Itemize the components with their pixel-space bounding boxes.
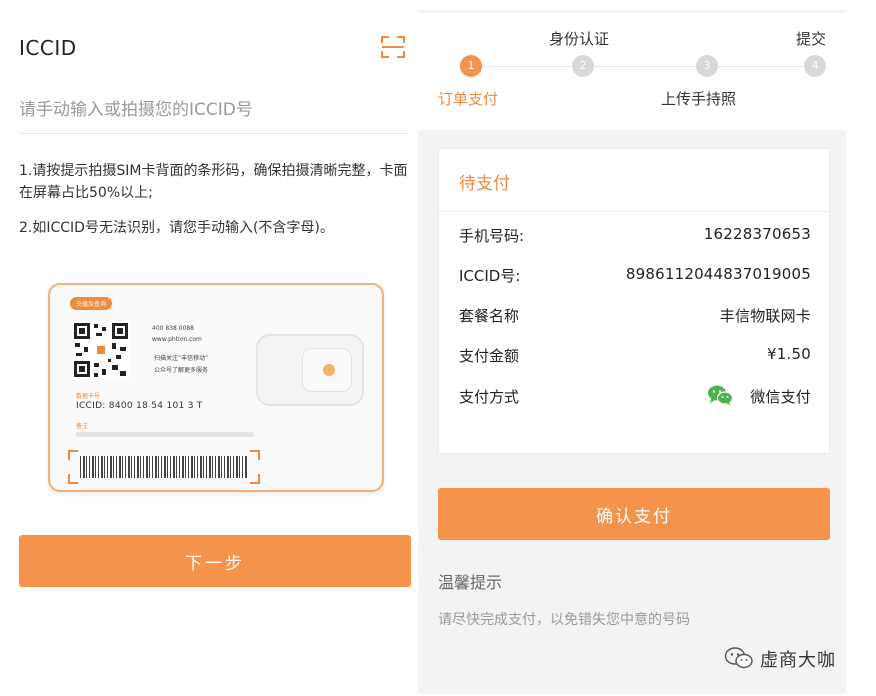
card-label-data: 数据卡号	[76, 393, 101, 400]
row-key: ICCID号:	[459, 267, 521, 285]
step-dot-1: 1	[460, 55, 482, 77]
payment-panel: 身份认证 提交 1 2 3 4 订单支付 上传手持照 待支付 手机号码: 162…	[418, 0, 876, 696]
payment-card: 待支付 手机号码: 16228370653 ICCID号: 8986112044…	[438, 148, 831, 454]
warm-tip-title: 温馨提示	[438, 573, 503, 592]
wechat-watermark-icon	[724, 647, 753, 669]
barcode-frame	[68, 450, 260, 484]
step-progress: 身份认证 提交 1 2 3 4 订单支付 上传手持照	[418, 12, 846, 130]
card-iccid: ICCID: 8400 18 54 101 3 T	[76, 401, 203, 411]
payment-divider	[439, 211, 831, 212]
input-divider	[19, 133, 409, 134]
qr-logo-icon	[95, 344, 107, 356]
row-key: 套餐名称	[459, 307, 520, 325]
card-badge: 充值及查询	[70, 297, 113, 310]
sim-chip-dot	[323, 364, 335, 376]
row-phone-number: 手机号码: 16228370653	[459, 225, 811, 247]
card-site: www.phtion.com	[152, 336, 202, 343]
wechat-icon	[708, 385, 733, 405]
sim-chip	[256, 334, 364, 406]
card-scan-text-2: 公众号了解更多服务	[154, 367, 209, 374]
row-payment-method: 支付方式 微信支付	[459, 385, 811, 408]
sim-card-illustration: 充值及查询 400 838 0088 www.phtion.com 扫描关注“丰…	[48, 283, 384, 492]
iccid-entry-panel: ICCID 1.请按提示拍摄SIM卡背面的条形码，确保拍摄清晰完整，卡面在屏幕占…	[0, 0, 418, 696]
row-value: 微信支付	[750, 388, 811, 406]
page-title: ICCID	[19, 36, 77, 60]
barcode-icon	[80, 456, 248, 478]
qr-code-icon	[72, 321, 130, 379]
payment-status: 待支付	[459, 174, 510, 194]
step-label-upload-photo: 上传手持照	[661, 90, 737, 108]
card-phone: 400 838 0088	[152, 325, 194, 332]
step-label-submit: 提交	[796, 30, 827, 48]
tip-2: 2.如ICCID号无法识别，请您手动输入(不含字母)。	[19, 220, 334, 236]
row-key: 支付方式	[459, 388, 520, 406]
card-scan-text-1: 扫描关注“丰信移动”	[154, 355, 209, 362]
next-step-button[interactable]: 下一步	[19, 535, 411, 587]
tip-1: 1.请按提示拍摄SIM卡背面的条形码，确保拍摄清晰完整，卡面在屏幕占比50%以上…	[19, 163, 408, 201]
row-key: 手机号码:	[459, 227, 525, 245]
step-label-identity: 身份认证	[549, 30, 610, 48]
row-value: 丰信物联网卡	[719, 307, 811, 325]
row-amount: 支付金额 ¥1.50	[459, 345, 811, 367]
row-value: ¥1.50	[767, 345, 811, 363]
card-label-note: 备注	[76, 423, 89, 430]
step-line	[472, 66, 816, 67]
step-label-payment: 订单支付	[438, 90, 499, 108]
row-value: 16228370653	[703, 225, 811, 243]
row-iccid: ICCID号: 8986112044837019005	[459, 265, 811, 287]
sim-chip-contact	[302, 348, 352, 392]
row-plan-name: 套餐名称 丰信物联网卡	[459, 305, 811, 327]
confirm-payment-button[interactable]: 确认支付	[438, 488, 830, 540]
step-dot-2: 2	[572, 55, 594, 77]
scan-icon[interactable]	[380, 34, 406, 60]
warm-tip-text: 请尽快完成支付，以免错失您中意的号码	[438, 612, 690, 628]
watermark-text: 虚商大咖	[760, 650, 836, 671]
watermark: 虚商大咖	[718, 644, 868, 672]
step-dot-4: 4	[804, 55, 826, 77]
row-value: 8986112044837019005	[625, 265, 811, 283]
card-note-bar	[76, 432, 254, 437]
iccid-input[interactable]	[19, 94, 409, 126]
row-key: 支付金额	[459, 347, 520, 365]
step-dot-3: 3	[696, 55, 718, 77]
